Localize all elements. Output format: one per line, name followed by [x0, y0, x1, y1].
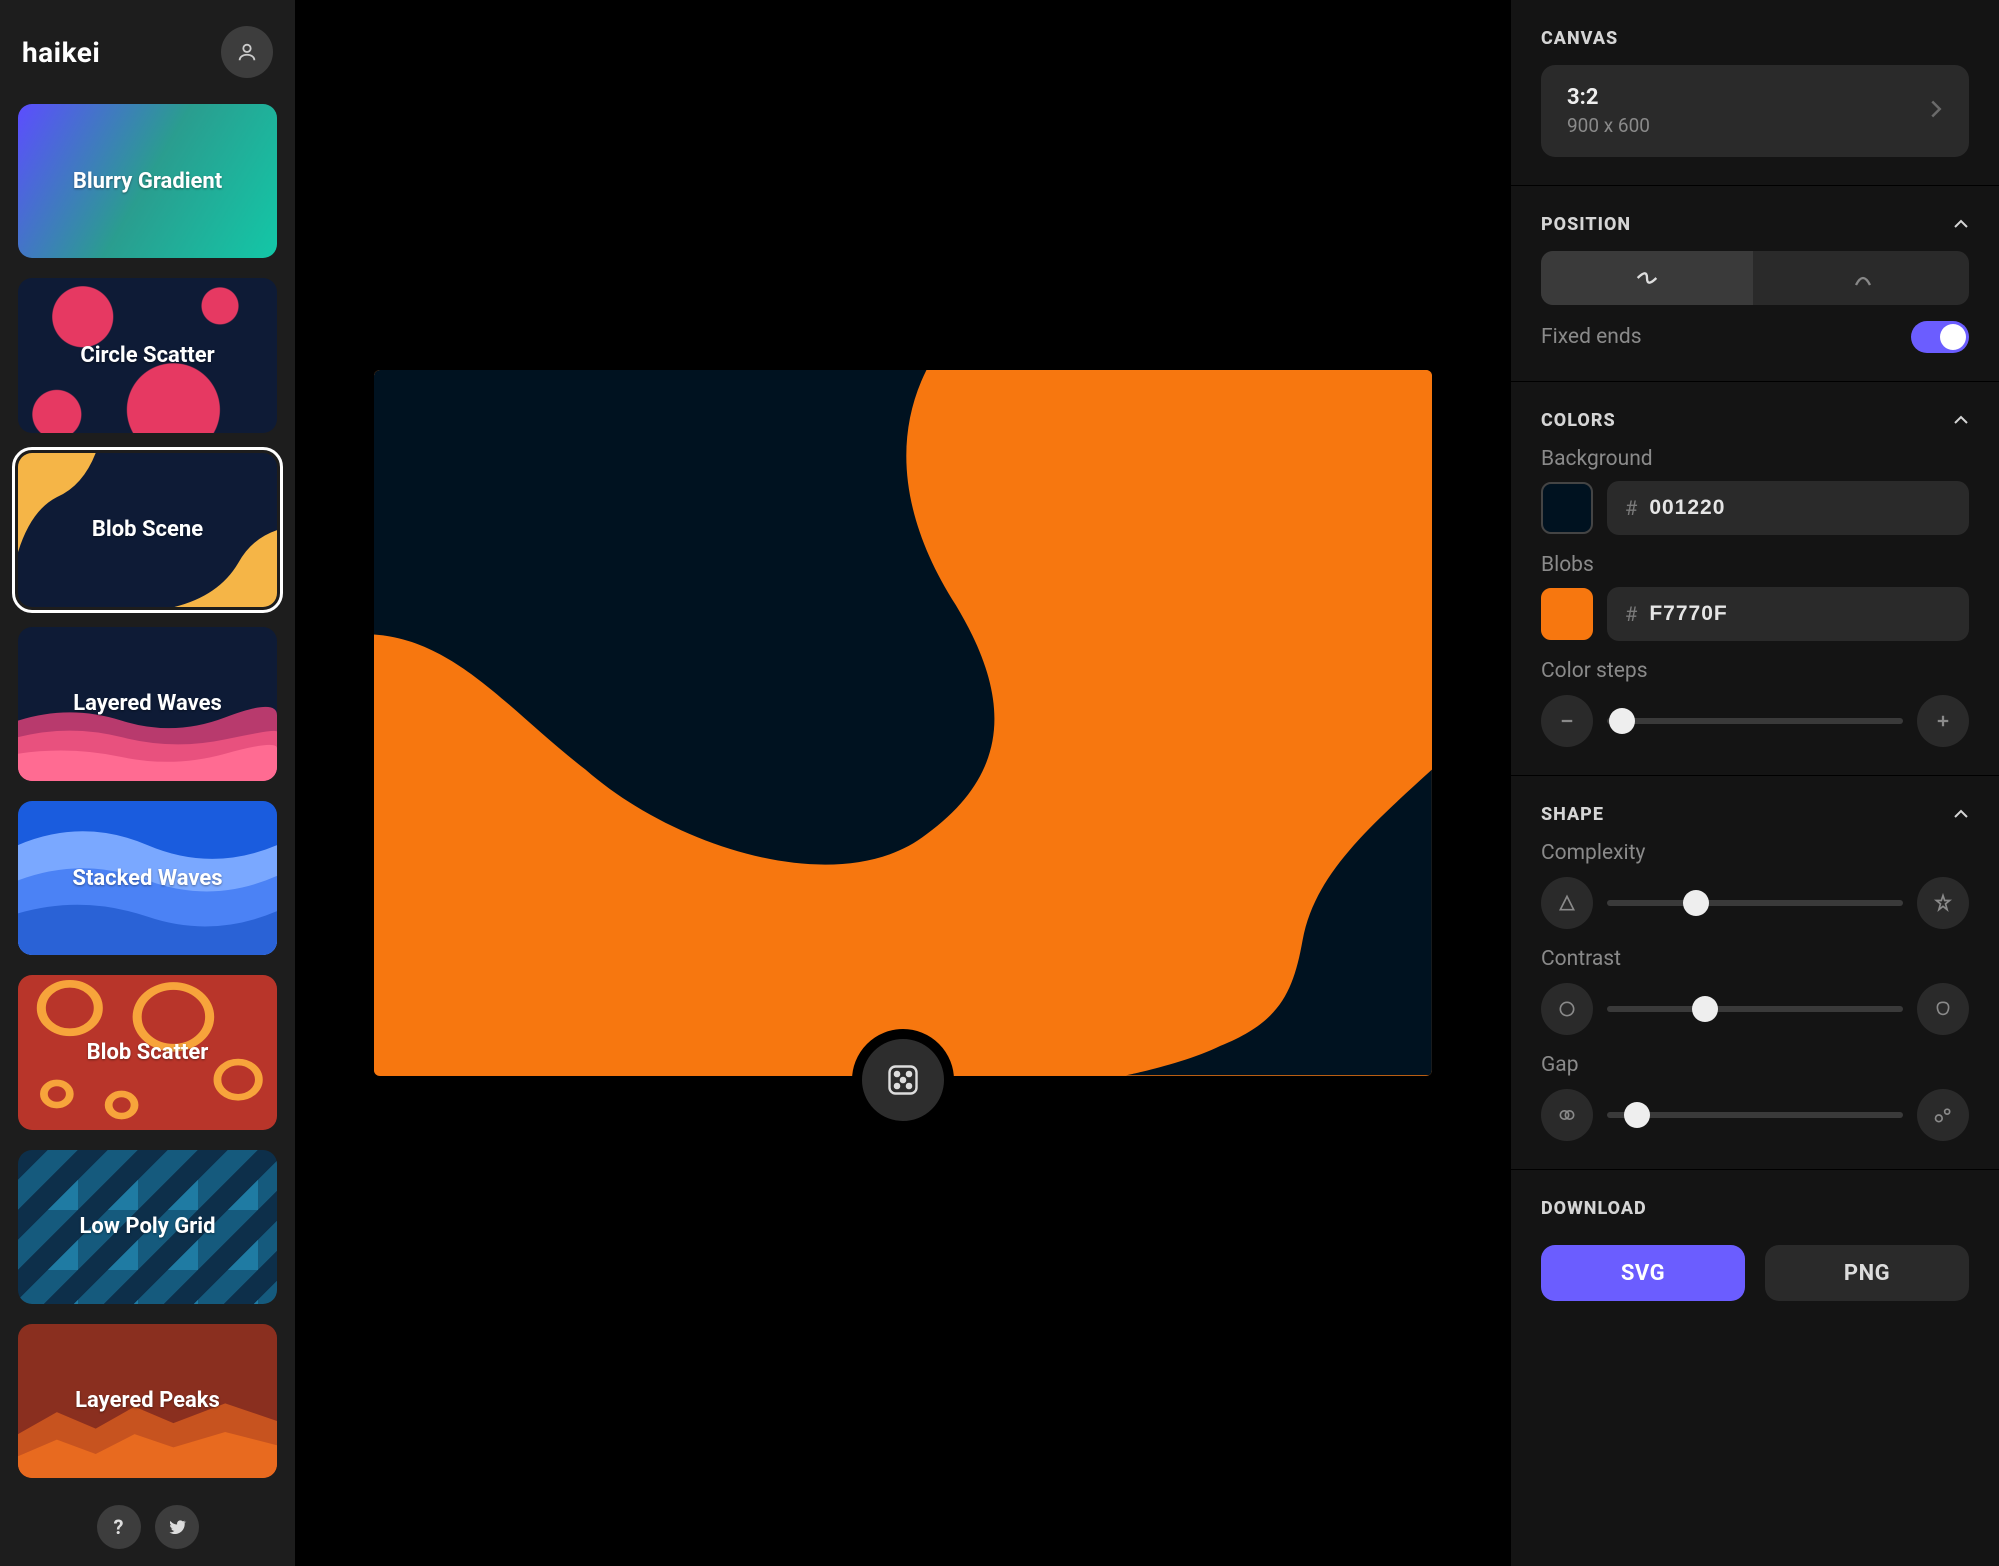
- section-title-position[interactable]: POSITION: [1511, 186, 1999, 251]
- sidebar-header: haikei: [0, 0, 295, 104]
- chevron-up-icon: [1953, 217, 1969, 233]
- settings-panel[interactable]: CANVAS 3:2 900 x 600 POSITION: [1511, 0, 1999, 1566]
- color-steps-decrease[interactable]: [1541, 695, 1593, 747]
- generator-label: Blob Scene: [92, 517, 203, 542]
- gap-label: Gap: [1541, 1053, 1969, 1077]
- generator-layered-waves[interactable]: Layered Waves: [18, 627, 277, 781]
- plus-icon: [1934, 712, 1952, 730]
- generator-label: Low Poly Grid: [79, 1214, 215, 1239]
- bg-hex-input[interactable]: [1649, 496, 1951, 520]
- app-logo: haikei: [22, 36, 100, 69]
- blobs-hex-wrap: #: [1607, 587, 1969, 641]
- position-opt-corners[interactable]: [1541, 251, 1753, 305]
- gap-slider[interactable]: [1607, 1112, 1903, 1118]
- chevron-up-icon: [1953, 807, 1969, 823]
- chevron-up-icon: [1953, 413, 1969, 429]
- triangle-icon: [1557, 893, 1577, 913]
- hash-icon: #: [1625, 602, 1637, 626]
- generator-blob-scene[interactable]: Blob Scene: [18, 453, 277, 607]
- generator-label: Circle Scatter: [80, 343, 214, 368]
- blobs-hex-input[interactable]: [1649, 602, 1951, 626]
- blob-icon: [1933, 999, 1953, 1019]
- position-segmented: [1541, 251, 1969, 305]
- help-icon: ?: [114, 1515, 124, 1539]
- sidebar: haikei Blurry Gradient Circle Scatter Bl…: [0, 0, 295, 1566]
- generator-label: Blurry Gradient: [73, 169, 222, 194]
- generator-blob-scatter[interactable]: Blob Scatter: [18, 975, 277, 1129]
- user-icon: [236, 41, 258, 63]
- minus-icon: [1558, 712, 1576, 730]
- generator-label: Blob Scatter: [87, 1040, 209, 1065]
- artboard[interactable]: [374, 370, 1432, 1075]
- generator-blurry-gradient[interactable]: Blurry Gradient: [18, 104, 277, 258]
- generator-layered-peaks[interactable]: Layered Peaks: [18, 1324, 277, 1478]
- chevron-right-icon: [1929, 99, 1943, 123]
- complexity-min-icon[interactable]: [1541, 877, 1593, 929]
- account-button[interactable]: [221, 26, 273, 78]
- generator-list[interactable]: Blurry Gradient Circle Scatter Blob Scen…: [0, 104, 295, 1488]
- help-button[interactable]: ?: [97, 1505, 141, 1549]
- bg-hex-wrap: #: [1607, 481, 1969, 535]
- section-position: POSITION Fixed ends: [1511, 186, 1999, 382]
- center-icon: [1849, 264, 1877, 292]
- blobs-color-swatch[interactable]: [1541, 588, 1593, 640]
- canvas-ratio: 3:2: [1567, 85, 1650, 110]
- canvas-area: [295, 0, 1511, 1566]
- color-steps-increase[interactable]: [1917, 695, 1969, 747]
- contrast-min-icon[interactable]: [1541, 983, 1593, 1035]
- twitter-button[interactable]: [155, 1505, 199, 1549]
- gap-min-icon[interactable]: [1541, 1089, 1593, 1141]
- section-title-colors[interactable]: COLORS: [1511, 382, 1999, 447]
- generator-label: Layered Waves: [73, 691, 222, 716]
- complexity-label: Complexity: [1541, 841, 1969, 865]
- complexity-slider[interactable]: [1607, 900, 1903, 906]
- link-close-icon: [1557, 1105, 1577, 1125]
- generator-low-poly-grid[interactable]: Low Poly Grid: [18, 1150, 277, 1304]
- link-far-icon: [1933, 1105, 1953, 1125]
- hash-icon: #: [1625, 496, 1637, 520]
- section-title-download: DOWNLOAD: [1511, 1170, 1999, 1235]
- section-title-canvas: CANVAS: [1511, 0, 1999, 65]
- contrast-max-icon[interactable]: [1917, 983, 1969, 1035]
- complexity-max-icon[interactable]: [1917, 877, 1969, 929]
- section-colors: COLORS Background # Blobs: [1511, 382, 1999, 776]
- twitter-icon: [167, 1517, 187, 1537]
- blob-scene-preview: [374, 370, 1432, 1075]
- circle-icon: [1557, 999, 1577, 1019]
- canvas-size-button[interactable]: 3:2 900 x 600: [1541, 65, 1969, 157]
- download-svg-button[interactable]: SVG: [1541, 1245, 1745, 1301]
- fixed-ends-toggle[interactable]: [1911, 321, 1969, 353]
- generator-circle-scatter[interactable]: Circle Scatter: [18, 278, 277, 432]
- contrast-slider[interactable]: [1607, 1006, 1903, 1012]
- fixed-ends-label: Fixed ends: [1541, 325, 1642, 349]
- position-opt-center[interactable]: [1757, 251, 1969, 305]
- randomize-button[interactable]: [852, 1029, 954, 1131]
- bg-color-swatch[interactable]: [1541, 482, 1593, 534]
- section-canvas: CANVAS 3:2 900 x 600: [1511, 0, 1999, 186]
- corners-icon: [1633, 264, 1661, 292]
- color-steps-label: Color steps: [1541, 659, 1969, 683]
- star-icon: [1933, 893, 1953, 913]
- gap-max-icon[interactable]: [1917, 1089, 1969, 1141]
- section-shape: SHAPE Complexity C: [1511, 776, 1999, 1170]
- generator-label: Layered Peaks: [75, 1388, 220, 1413]
- canvas-dimensions: 900 x 600: [1567, 114, 1650, 137]
- section-download: DOWNLOAD SVG PNG: [1511, 1170, 1999, 1321]
- generator-label: Stacked Waves: [72, 866, 222, 891]
- blobs-label: Blobs: [1541, 553, 1969, 577]
- sidebar-footer: ?: [0, 1488, 295, 1566]
- download-png-button[interactable]: PNG: [1765, 1245, 1969, 1301]
- contrast-label: Contrast: [1541, 947, 1969, 971]
- artboard-wrap: [374, 370, 1432, 1075]
- section-title-shape[interactable]: SHAPE: [1511, 776, 1999, 841]
- generator-stacked-waves[interactable]: Stacked Waves: [18, 801, 277, 955]
- dice-icon: [885, 1062, 921, 1098]
- bg-label: Background: [1541, 447, 1969, 471]
- color-steps-slider[interactable]: [1607, 718, 1903, 724]
